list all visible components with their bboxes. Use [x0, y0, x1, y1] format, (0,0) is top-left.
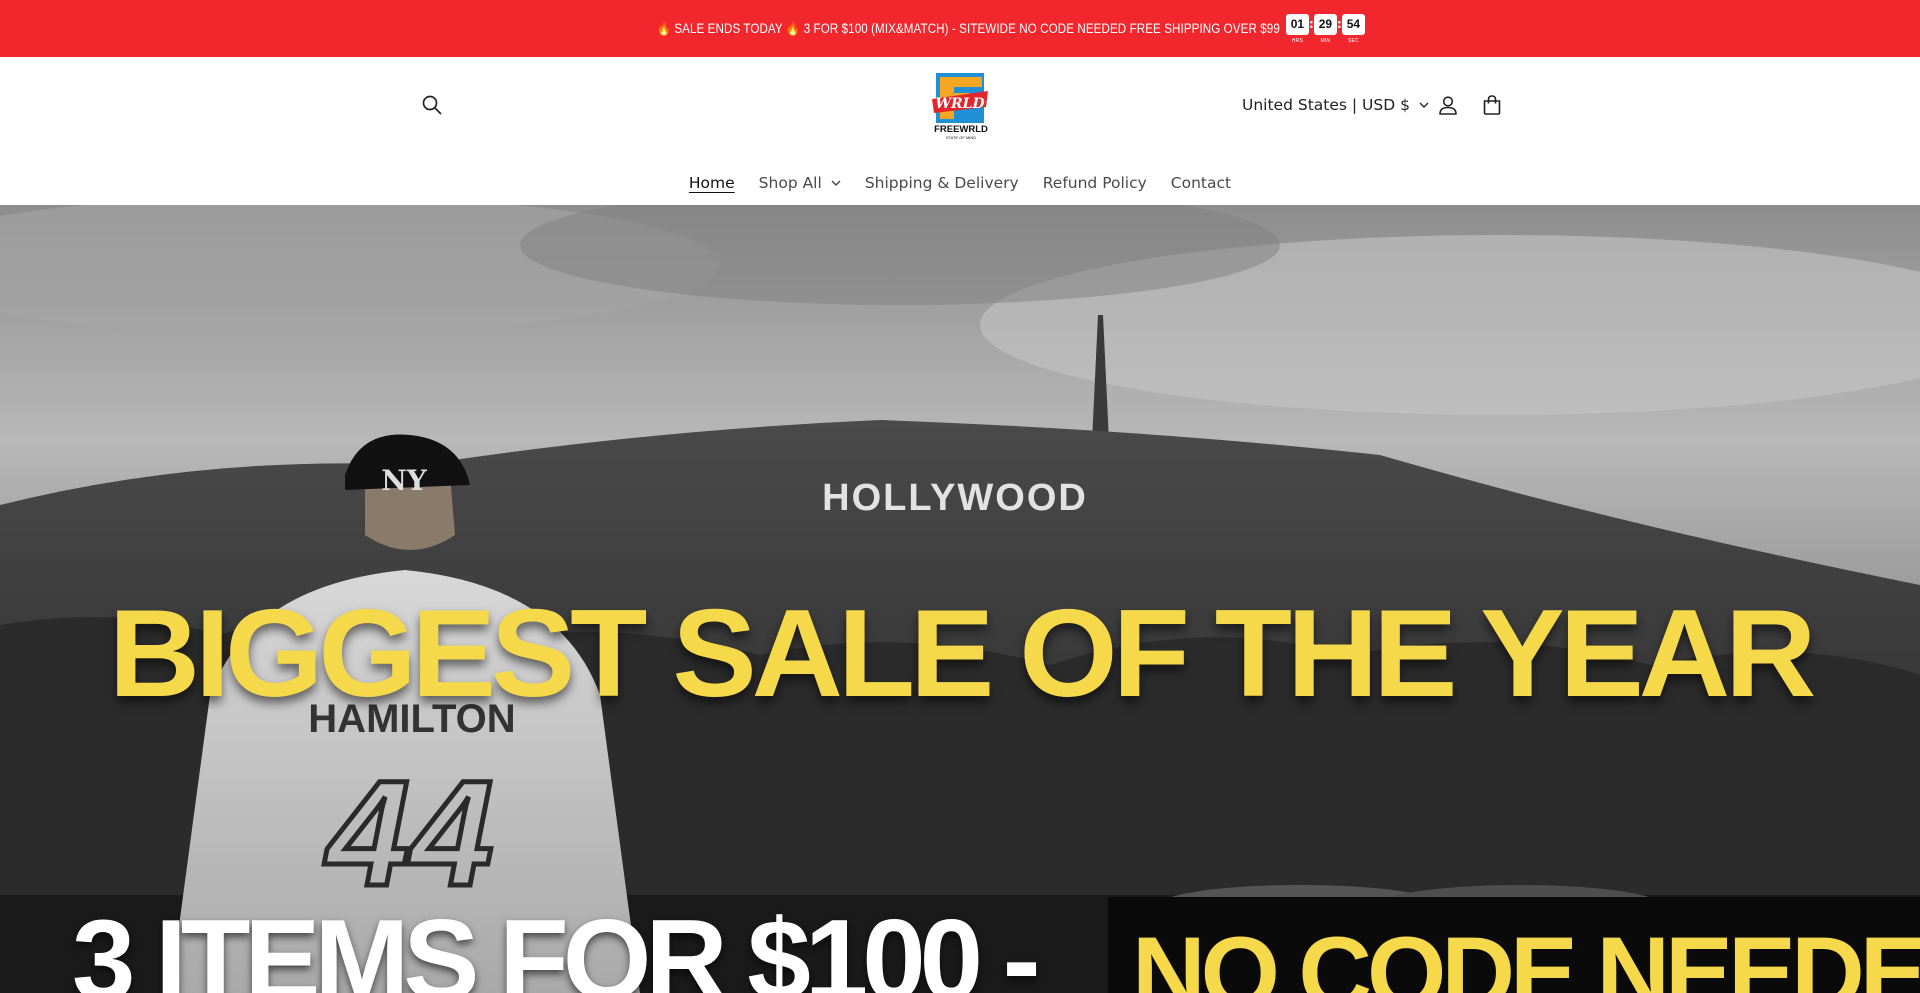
- cap-logo: NY: [381, 464, 428, 497]
- nav-item-label: Shipping & Delivery: [864, 174, 1019, 192]
- timer-minutes-unit: MIN: [1320, 37, 1331, 44]
- hero-banner[interactable]: HOLLYWOOD NY HAMILTON 44 BIGGEST SALE OF…: [0, 205, 1920, 993]
- chevron-down-icon: [1419, 102, 1429, 108]
- svg-text:WRLD: WRLD: [935, 96, 985, 112]
- jersey-number: 44: [324, 749, 494, 917]
- announcement-bar: 🔥 SALE ENDS TODAY 🔥 3 FOR $100 (MIX&MATC…: [0, 0, 1920, 57]
- country-currency-label: United States | USD $: [1242, 96, 1410, 114]
- search-button[interactable]: [418, 91, 446, 119]
- country-currency-selector[interactable]: United States | USD $: [1242, 94, 1429, 116]
- hero-headline: BIGGEST SALE OF THE YEAR: [108, 585, 1817, 723]
- timer-seconds-unit: SEC: [1347, 37, 1359, 44]
- nav-item-label: Home: [688, 174, 735, 192]
- timer-hours-value: 01: [1285, 13, 1309, 35]
- search-icon: [422, 95, 442, 115]
- nav-item-shop-all[interactable]: Shop All: [747, 170, 853, 196]
- cart-button[interactable]: [1478, 91, 1506, 119]
- nav-item-home[interactable]: Home: [677, 170, 747, 196]
- site-header: WRLD FREEWRLD STATE OF MIND United State…: [0, 57, 1920, 205]
- account-icon: [1439, 96, 1457, 115]
- timer-seconds: 54 SEC: [1341, 13, 1365, 44]
- no-code-text: NO CODE NEEDED: [1132, 916, 1920, 993]
- timer-minutes: 29 MIN: [1313, 13, 1337, 44]
- account-button[interactable]: [1434, 91, 1462, 119]
- timer-hours: 01 HRS: [1285, 13, 1309, 44]
- site-logo[interactable]: WRLD FREEWRLD STATE OF MIND: [926, 69, 996, 141]
- timer-seconds-value: 54: [1341, 13, 1365, 35]
- chevron-down-icon: [831, 180, 841, 186]
- nav-item-contact[interactable]: Contact: [1159, 170, 1243, 196]
- cart-icon: [1483, 95, 1501, 115]
- hero-offer-text: 3 ITEMS FOR $100 -: [72, 897, 1041, 993]
- nav-item-label: Refund Policy: [1042, 174, 1147, 192]
- svg-text:FREEWRLD: FREEWRLD: [934, 124, 988, 135]
- nav-item-label: Shop All: [758, 174, 822, 192]
- hollywood-sign: HOLLYWOOD: [822, 477, 1088, 519]
- nav-item-shipping-delivery[interactable]: Shipping & Delivery: [853, 170, 1031, 196]
- svg-text:STATE OF MIND: STATE OF MIND: [946, 135, 976, 140]
- logo-graphic: WRLD FREEWRLD STATE OF MIND: [932, 73, 988, 140]
- timer-minutes-value: 29: [1313, 13, 1337, 35]
- nav-item-label: Contact: [1170, 174, 1232, 192]
- nav-item-refund-policy[interactable]: Refund Policy: [1031, 170, 1159, 196]
- timer-hours-unit: HRS: [1291, 37, 1304, 44]
- countdown-timer: 01 HRS : 29 MIN : 54 SEC: [1285, 13, 1365, 44]
- main-nav: Home Shop All Shipping & Delivery Refund…: [0, 170, 1920, 196]
- announcement-text: 🔥 SALE ENDS TODAY 🔥 3 FOR $100 (MIX&MATC…: [656, 20, 1280, 36]
